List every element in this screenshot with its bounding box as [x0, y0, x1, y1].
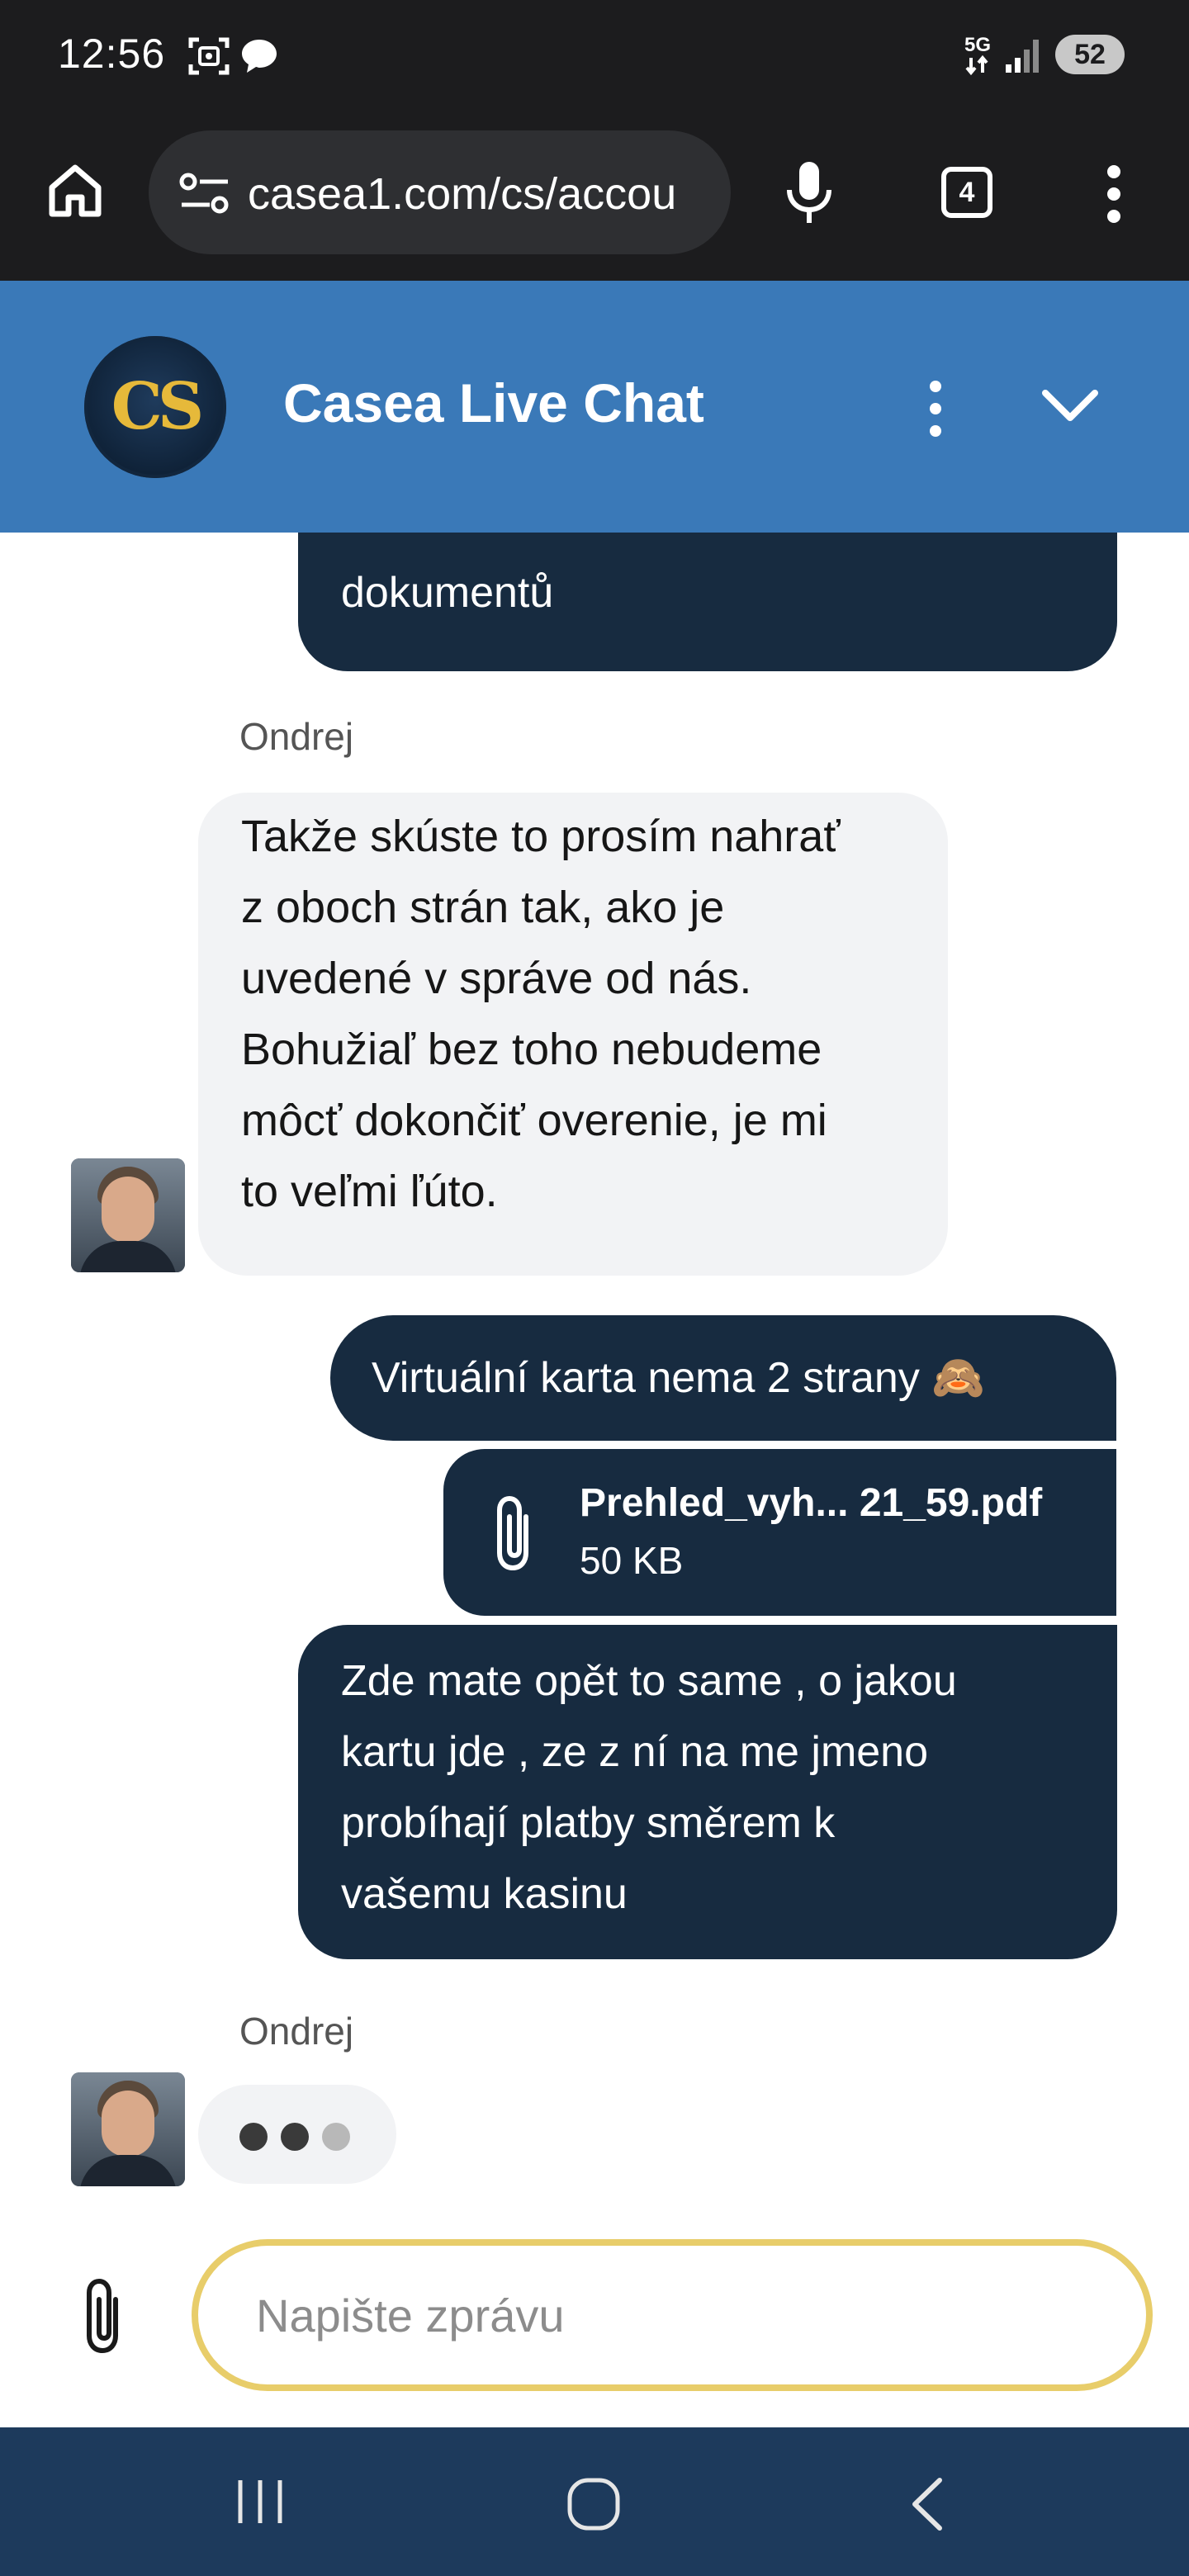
browser-toolbar: casea1.com/cs/accou 4 [0, 116, 1189, 281]
message-input[interactable] [192, 2239, 1153, 2391]
site-settings-icon[interactable] [178, 170, 231, 220]
message-line: môcť dokončiť overenie, je mi [241, 1096, 827, 1145]
message-line: to veľmi ľúto. [241, 1167, 498, 1216]
chat-messages: dokumentů Ondrej Takže skúste to prosím … [0, 533, 1189, 2242]
file-name: Prehled_vyh... 21_59.pdf [580, 1481, 1043, 1525]
message-line: Takže skúste to prosím nahrať [241, 812, 841, 861]
message-text: dokumentů [341, 569, 554, 617]
chat-header: CS Casea Live Chat [0, 281, 1189, 533]
chat-title: Casea Live Chat [283, 372, 704, 433]
agent-avatar [71, 2072, 185, 2186]
minimize-chat-icon[interactable] [1040, 386, 1100, 429]
chat-notification-icon [239, 38, 279, 78]
agent-avatar [71, 1158, 185, 1272]
file-attachment[interactable]: Prehled_vyh... 21_59.pdf 50 KB [443, 1449, 1116, 1616]
status-time: 12:56 [58, 31, 166, 77]
casea-logo: CS [84, 336, 226, 478]
paperclip-icon [490, 1492, 539, 1579]
typing-dot [239, 2123, 268, 2151]
message-line: Zde mate opět to same , o jakou [341, 1657, 957, 1705]
more-options-icon[interactable] [1101, 163, 1126, 229]
recent-apps-icon[interactable] [235, 2477, 285, 2531]
network-5g-icon: 5G [964, 31, 1002, 82]
message-line: vašemu kasinu [341, 1870, 628, 1918]
file-size: 50 KB [580, 1539, 684, 1582]
signal-icon [1004, 38, 1044, 78]
battery-indicator: 52 [1055, 35, 1125, 74]
typing-indicator [198, 2085, 396, 2184]
incoming-message: Takže skúste to prosím nahrať z oboch st… [198, 793, 948, 1276]
message-line: kartu jde , ze z ní na me jmeno [341, 1728, 929, 1776]
typing-dot [281, 2123, 309, 2151]
chat-menu-icon[interactable] [923, 380, 948, 442]
outgoing-message: dokumentů [298, 533, 1117, 671]
attach-file-icon[interactable] [79, 2275, 129, 2361]
message-composer [0, 2229, 1189, 2427]
sender-name: Ondrej [239, 2010, 354, 2053]
sender-name: Ondrej [239, 715, 354, 758]
home-icon[interactable] [45, 161, 105, 225]
message-line: uvedené v správe od nás. [241, 954, 752, 1003]
tab-switcher-button[interactable]: 4 [941, 167, 992, 218]
message-text: Virtuální karta nema 2 strany 🙈 [372, 1354, 986, 1402]
home-button-icon[interactable] [566, 2477, 621, 2536]
svg-text:5G: 5G [964, 34, 991, 56]
message-line: Bohužiaľ bez toho nebudeme [241, 1025, 822, 1074]
microphone-icon[interactable] [784, 159, 834, 232]
back-icon[interactable] [908, 2475, 946, 2537]
navigation-bar [0, 2427, 1189, 2576]
typing-dot [322, 2123, 350, 2151]
url-text: casea1.com/cs/accou [248, 169, 677, 219]
message-line: z oboch strán tak, ako je [241, 883, 725, 932]
address-bar[interactable]: casea1.com/cs/accou [149, 130, 731, 254]
outgoing-message: Zde mate opět to same , o jakou kartu jd… [298, 1625, 1117, 1959]
status-bar: 12:56 5G 52 [0, 0, 1189, 116]
message-line: probíhají platby směrem k [341, 1799, 836, 1847]
screenshot-icon [186, 33, 232, 83]
logo-text: CS [111, 369, 204, 444]
outgoing-message: Virtuální karta nema 2 strany 🙈 [330, 1315, 1116, 1441]
